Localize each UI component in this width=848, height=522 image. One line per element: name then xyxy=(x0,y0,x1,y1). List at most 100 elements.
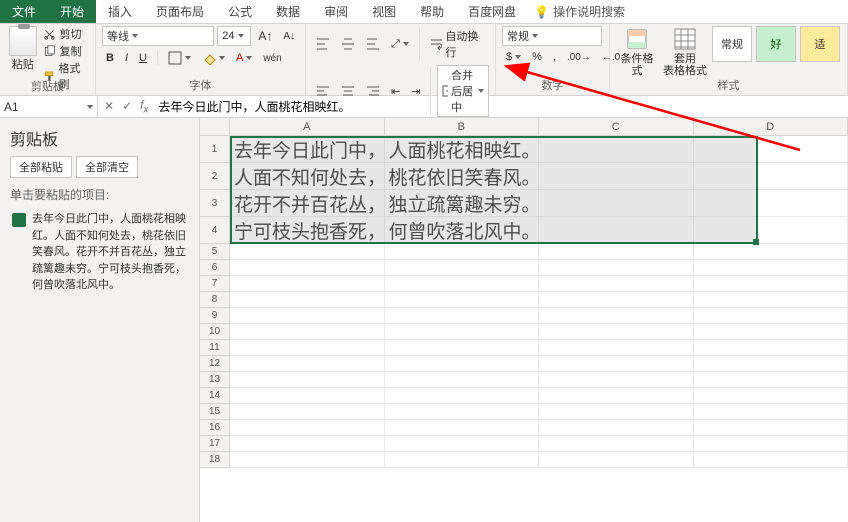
conditional-format-button[interactable]: 条件格式 xyxy=(616,26,658,77)
cell[interactable]: 去年今日此门中， xyxy=(230,136,385,162)
col-header-D[interactable]: D xyxy=(694,118,848,135)
cell[interactable] xyxy=(230,388,385,403)
cell[interactable] xyxy=(230,452,385,467)
cell[interactable] xyxy=(230,340,385,355)
italic-button[interactable]: I xyxy=(121,50,132,66)
row-headers[interactable]: 123456789101112131415161718 xyxy=(200,136,230,468)
align-left-button[interactable] xyxy=(312,82,334,100)
table-row[interactable] xyxy=(230,340,848,356)
paste-button[interactable]: 粘贴 xyxy=(6,26,39,78)
cell[interactable] xyxy=(694,136,848,162)
row-header[interactable]: 8 xyxy=(200,292,229,308)
table-row[interactable] xyxy=(230,244,848,260)
cell[interactable] xyxy=(230,276,385,291)
table-row[interactable]: 去年今日此门中，人面桃花相映红。 xyxy=(230,136,848,163)
cell[interactable] xyxy=(539,452,694,467)
row-header[interactable]: 16 xyxy=(200,420,229,436)
row-header[interactable]: 3 xyxy=(200,190,229,217)
comma-button[interactable]: , xyxy=(549,49,560,65)
table-row[interactable] xyxy=(230,260,848,276)
cell[interactable] xyxy=(385,436,540,451)
tell-me-search[interactable]: 💡 操作说明搜索 xyxy=(534,0,625,23)
cell[interactable] xyxy=(694,308,848,323)
fx-icon[interactable]: fx xyxy=(140,98,148,115)
cell-style-good[interactable]: 好 xyxy=(756,26,796,62)
decrease-font-button[interactable]: A↓ xyxy=(279,29,299,44)
row-header[interactable]: 11 xyxy=(200,340,229,356)
spreadsheet-grid[interactable]: ABCD 123456789101112131415161718 去年今日此门中… xyxy=(200,118,848,522)
table-row[interactable] xyxy=(230,292,848,308)
cell[interactable] xyxy=(385,308,540,323)
cell[interactable]: 人面桃花相映红。 xyxy=(385,136,540,162)
row-header[interactable]: 18 xyxy=(200,452,229,468)
align-top-button[interactable] xyxy=(312,35,334,53)
cell[interactable] xyxy=(539,163,694,189)
cell[interactable] xyxy=(230,324,385,339)
name-box[interactable]: A1 xyxy=(0,96,98,117)
cell[interactable] xyxy=(385,356,540,371)
cell[interactable] xyxy=(539,436,694,451)
cell[interactable] xyxy=(230,308,385,323)
table-row[interactable]: 宁可枝头抱香死，何曾吹落北风中。 xyxy=(230,217,848,244)
copy-button[interactable]: 复制 xyxy=(43,43,89,59)
cells-area[interactable]: 去年今日此门中，人面桃花相映红。人面不知何处去，桃花依旧笑春风。花开不并百花丛，… xyxy=(230,136,848,522)
cell[interactable] xyxy=(539,244,694,259)
cell[interactable]: 花开不并百花丛， xyxy=(230,190,385,216)
cell[interactable] xyxy=(694,436,848,451)
row-header[interactable]: 13 xyxy=(200,372,229,388)
cell[interactable] xyxy=(694,340,848,355)
row-header[interactable]: 2 xyxy=(200,163,229,190)
cell[interactable] xyxy=(694,217,848,243)
bold-button[interactable]: B xyxy=(102,50,118,66)
tab-formulas[interactable]: 公式 xyxy=(216,0,264,23)
align-right-button[interactable] xyxy=(362,82,384,100)
clear-all-button[interactable]: 全部清空 xyxy=(76,156,138,178)
tab-review[interactable]: 审阅 xyxy=(312,0,360,23)
cell[interactable]: 独立疏篱趣未穷。 xyxy=(385,190,540,216)
col-header-A[interactable]: A xyxy=(230,118,385,135)
enter-icon[interactable]: ✓ xyxy=(122,99,132,113)
row-header[interactable]: 5 xyxy=(200,244,229,260)
cell[interactable] xyxy=(230,436,385,451)
formula-input[interactable] xyxy=(154,100,848,114)
table-row[interactable] xyxy=(230,404,848,420)
cell[interactable] xyxy=(539,217,694,243)
tab-home[interactable]: 开始 xyxy=(48,0,96,23)
decrease-indent-button[interactable]: ⇤ xyxy=(387,83,404,100)
cell[interactable] xyxy=(385,260,540,275)
cell[interactable] xyxy=(230,260,385,275)
row-header[interactable]: 17 xyxy=(200,436,229,452)
cell-style-normal[interactable]: 常规 xyxy=(712,26,752,62)
cell[interactable] xyxy=(385,324,540,339)
table-row[interactable] xyxy=(230,372,848,388)
increase-font-button[interactable]: A↑ xyxy=(254,27,276,45)
tab-help[interactable]: 帮助 xyxy=(408,0,456,23)
cell[interactable] xyxy=(694,260,848,275)
percent-button[interactable]: % xyxy=(528,49,546,65)
cell[interactable] xyxy=(694,388,848,403)
cell[interactable] xyxy=(385,452,540,467)
cell[interactable]: 桃花依旧笑春风。 xyxy=(385,163,540,189)
border-button[interactable] xyxy=(164,49,195,67)
table-row[interactable] xyxy=(230,420,848,436)
tab-baidu[interactable]: 百度网盘 xyxy=(456,0,528,23)
cell[interactable] xyxy=(694,190,848,216)
cell[interactable] xyxy=(385,276,540,291)
table-row[interactable]: 人面不知何处去，桃花依旧笑春风。 xyxy=(230,163,848,190)
row-header[interactable]: 15 xyxy=(200,404,229,420)
cell[interactable] xyxy=(539,136,694,162)
tab-file[interactable]: 文件 xyxy=(0,0,48,23)
merge-center-button[interactable]: 合并后居中 xyxy=(437,65,489,117)
align-center-button[interactable] xyxy=(337,82,359,100)
font-color-button[interactable]: A xyxy=(232,50,256,66)
cell[interactable] xyxy=(694,163,848,189)
cell[interactable] xyxy=(539,372,694,387)
table-row[interactable] xyxy=(230,276,848,292)
cell-styles-gallery[interactable]: 常规 好 适 xyxy=(712,26,840,62)
row-header[interactable]: 14 xyxy=(200,388,229,404)
table-row[interactable] xyxy=(230,452,848,468)
cell[interactable] xyxy=(539,190,694,216)
cell[interactable] xyxy=(385,404,540,419)
font-size-select[interactable]: 24 xyxy=(217,26,251,46)
cell[interactable]: 人面不知何处去， xyxy=(230,163,385,189)
